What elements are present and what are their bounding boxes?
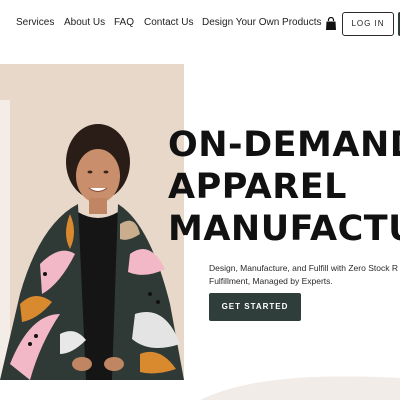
nav-link-faq[interactable]: FAQ (114, 17, 134, 29)
nav-link-services[interactable]: Services (16, 17, 54, 29)
decorative-curve (200, 370, 400, 400)
hero-headline: ON-DEMAND APPAREL MANUFACTU (168, 124, 400, 250)
headline-line-2: APPAREL (168, 167, 347, 207)
top-navigation: Services About Us FAQ Contact Us Design … (0, 0, 400, 48)
subcopy-line-1: Design, Manufacture, and Fulfill with Ze… (209, 263, 398, 273)
subcopy-line-2: Fulfillment, Managed by Experts. (209, 276, 333, 286)
headline-line-1: ON-DEMAND (168, 125, 400, 165)
hero-subcopy: Design, Manufacture, and Fulfill with Ze… (209, 262, 400, 288)
login-button[interactable]: LOG IN (342, 12, 394, 36)
get-started-button[interactable]: GET STARTED (209, 293, 301, 321)
nav-link-about-us[interactable]: About Us (64, 17, 105, 29)
headline-line-3: MANUFACTU (168, 209, 400, 249)
nav-link-contact-us[interactable]: Contact Us (144, 17, 193, 29)
hero-image (0, 64, 184, 380)
nav-link-design-your-own-products[interactable]: Design Your Own Products (202, 17, 322, 29)
shopping-bag-icon[interactable] (325, 16, 337, 31)
